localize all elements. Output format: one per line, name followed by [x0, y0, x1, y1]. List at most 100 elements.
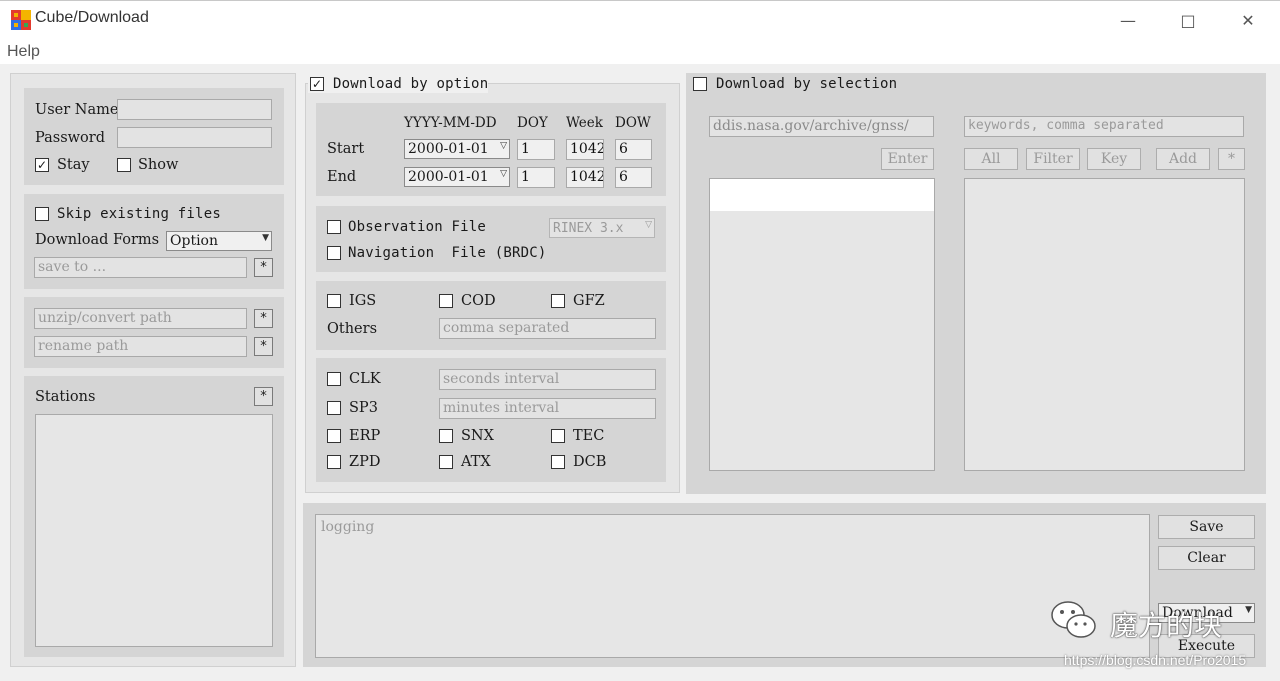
week-header: Week [566, 115, 603, 131]
stay-label: Stay [57, 157, 90, 173]
save-to-input[interactable]: save to ... [34, 257, 247, 278]
tec-checkbox[interactable] [551, 429, 565, 443]
end-week-input[interactable]: 1042 [566, 167, 604, 188]
navigation-file-checkbox[interactable] [327, 246, 341, 260]
show-label: Show [138, 157, 179, 173]
end-label: End [327, 169, 357, 185]
chevron-down-icon: ▽ [645, 220, 652, 230]
cod-label: COD [461, 293, 496, 309]
window-title: Cube/Download [35, 9, 149, 26]
skip-existing-label: Skip existing files [57, 206, 221, 222]
rename-path-input[interactable]: rename path [34, 336, 247, 357]
user-name-label: User Name [35, 102, 119, 118]
snx-checkbox[interactable] [439, 429, 453, 443]
start-week-input[interactable]: 1042 [566, 139, 604, 160]
chevron-down-icon: ▼ [1245, 605, 1252, 615]
gfz-checkbox[interactable] [551, 294, 565, 308]
download-by-option-checkbox[interactable]: ✓ [310, 77, 324, 91]
zpd-label: ZPD [349, 454, 381, 470]
navigation-file-label: Navigation File (BRDC) [348, 245, 547, 261]
obs-nav-section [316, 206, 666, 272]
date-header: YYYY-MM-DD [404, 115, 497, 131]
password-input[interactable] [117, 127, 272, 148]
stay-checkbox[interactable]: ✓ [35, 158, 49, 172]
download-by-selection-label: Download by selection [716, 76, 898, 92]
log-placeholder: logging [321, 519, 375, 535]
start-date-value: 2000-01-01 [408, 141, 489, 157]
end-doy-input[interactable]: 1 [517, 167, 555, 188]
watermark-url: https://blog.csdn.net/Pro2015 [1064, 652, 1247, 668]
show-checkbox[interactable] [117, 158, 131, 172]
atx-checkbox[interactable] [439, 455, 453, 469]
stations-list[interactable] [35, 414, 273, 647]
user-name-input[interactable] [117, 99, 272, 120]
rename-path-browse-button[interactable]: * [254, 337, 273, 356]
end-date-select[interactable]: 2000-01-01 ▽ [404, 167, 510, 187]
start-date-select[interactable]: 2000-01-01 ▽ [404, 139, 510, 159]
file-list[interactable] [964, 178, 1245, 471]
erp-checkbox[interactable] [327, 429, 341, 443]
key-button[interactable]: Key [1087, 148, 1141, 170]
chevron-down-icon: ▽ [500, 141, 507, 151]
atx-label: ATX [461, 454, 491, 470]
keywords-input[interactable]: keywords, comma separated [964, 116, 1244, 137]
igs-checkbox[interactable] [327, 294, 341, 308]
stations-label: Stations [35, 389, 96, 405]
selection-star-button[interactable]: * [1218, 148, 1245, 170]
igs-label: IGS [349, 293, 377, 309]
filter-button[interactable]: Filter [1026, 148, 1080, 170]
clear-log-button[interactable]: Clear [1158, 546, 1255, 570]
app-icon [11, 10, 31, 30]
watermark-text: 魔方的块 [1110, 609, 1223, 642]
log-area[interactable]: logging [315, 514, 1150, 658]
tec-label: TEC [573, 428, 605, 444]
dcb-label: DCB [573, 454, 607, 470]
observation-file-label: Observation File [348, 219, 487, 235]
observation-file-checkbox[interactable] [327, 220, 341, 234]
zpd-checkbox[interactable] [327, 455, 341, 469]
download-by-option-label: Download by option [333, 76, 489, 92]
download-forms-select[interactable]: Option ▼ [166, 231, 272, 251]
save-to-browse-button[interactable]: * [254, 258, 273, 277]
wechat-logo-icon [1050, 598, 1098, 642]
skip-existing-checkbox[interactable] [35, 207, 49, 221]
save-log-button[interactable]: Save [1158, 515, 1255, 539]
start-dow-input[interactable]: 6 [615, 139, 652, 160]
dcb-checkbox[interactable] [551, 455, 565, 469]
cod-checkbox[interactable] [439, 294, 453, 308]
password-label: Password [35, 130, 105, 146]
erp-label: ERP [349, 428, 381, 444]
end-date-value: 2000-01-01 [408, 169, 489, 185]
chevron-down-icon: ▼ [262, 233, 269, 243]
unzip-path-input[interactable]: unzip/convert path [34, 308, 247, 329]
directory-list-selected-row[interactable] [710, 179, 934, 211]
enter-button[interactable]: Enter [881, 148, 934, 170]
all-button[interactable]: All [964, 148, 1018, 170]
start-doy-input[interactable]: 1 [517, 139, 555, 160]
others-label: Others [327, 321, 378, 337]
clk-interval-input[interactable]: seconds interval [439, 369, 656, 390]
clk-label: CLK [349, 371, 381, 387]
start-label: Start [327, 141, 365, 157]
minimize-icon[interactable]: — [1105, 6, 1151, 34]
sp3-interval-input[interactable]: minutes interval [439, 398, 656, 419]
end-dow-input[interactable]: 6 [615, 167, 652, 188]
add-button[interactable]: Add [1156, 148, 1210, 170]
maximize-icon[interactable]: □ [1165, 6, 1211, 34]
stations-browse-button[interactable]: * [254, 387, 273, 406]
chevron-down-icon: ▽ [500, 169, 507, 179]
menu-help[interactable]: Help [7, 43, 40, 61]
close-icon[interactable]: ✕ [1225, 6, 1271, 34]
rinex-version-select[interactable]: RINEX 3.x ▽ [549, 218, 655, 238]
doy-header: DOY [517, 115, 548, 131]
sp3-label: SP3 [349, 400, 378, 416]
download-by-selection-checkbox[interactable] [693, 77, 707, 91]
clk-checkbox[interactable] [327, 372, 341, 386]
dow-header: DOW [615, 115, 651, 131]
unzip-path-browse-button[interactable]: * [254, 309, 273, 328]
directory-list[interactable] [709, 178, 935, 471]
others-input[interactable]: comma separated [439, 318, 656, 339]
url-input[interactable]: ddis.nasa.gov/archive/gnss/ [709, 116, 934, 137]
sp3-checkbox[interactable] [327, 401, 341, 415]
download-forms-value: Option [170, 233, 218, 249]
